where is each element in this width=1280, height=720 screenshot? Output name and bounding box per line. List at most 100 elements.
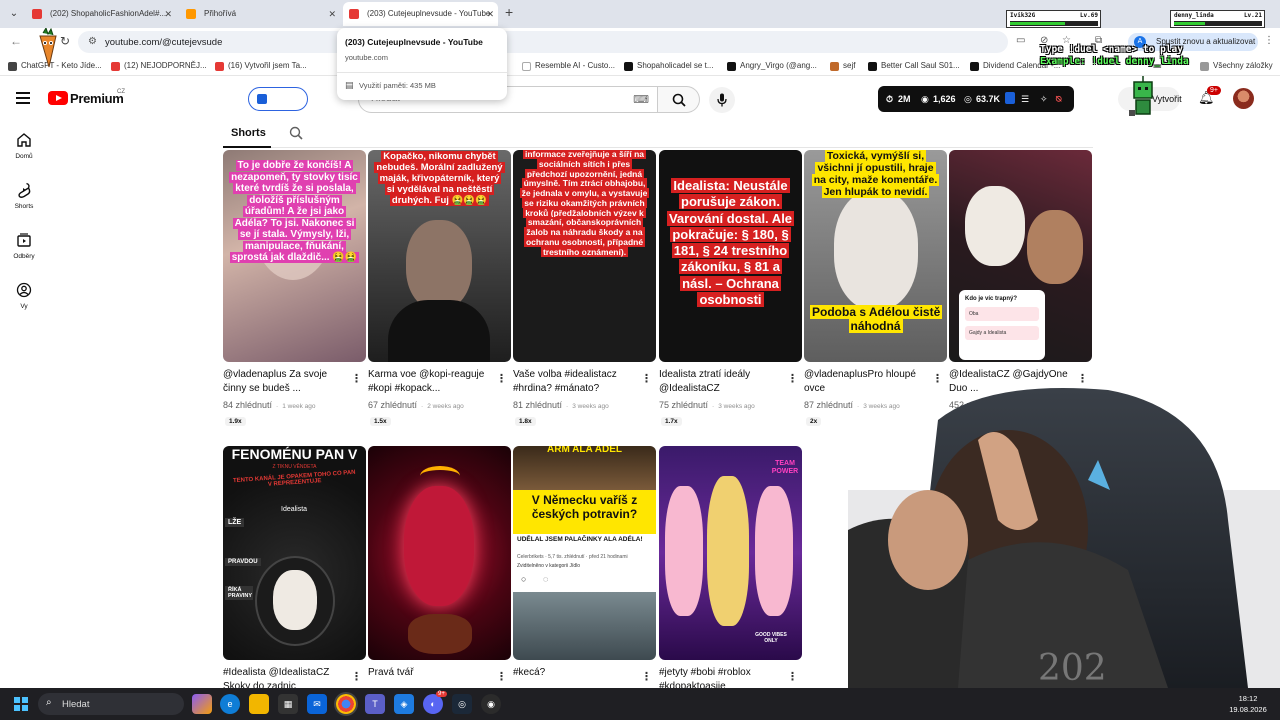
menu-kebab-icon[interactable]: ⋮ [1264, 35, 1274, 46]
account-avatar[interactable] [1233, 88, 1254, 109]
tab-prihoriva[interactable]: Přihořívá ✕ [180, 2, 340, 26]
close-icon[interactable]: ✕ [328, 2, 336, 26]
bookmark-youtube-2[interactable]: (16) Vytvořil jsem Ta... [215, 60, 307, 72]
chatgpt-icon [8, 62, 17, 71]
tab-search-icon[interactable]: ⌄ [6, 6, 22, 22]
taskbar-clock[interactable]: 18:12 19.08.2026 [1220, 693, 1276, 715]
youtube-premium-wordmark[interactable]: Premium [70, 91, 124, 106]
reload-icon[interactable]: ↻ [60, 34, 70, 48]
site-info-icon[interactable]: ⚙ [88, 36, 97, 47]
short-thumbnail[interactable]: To je dobře že končíš! A nezapomeň, ty s… [223, 150, 366, 362]
more-options-icon[interactable]: ⋮ [641, 670, 652, 683]
short-thumbnail[interactable]: Kdo je víc trapný? Oba Gajdy a Idealista [949, 150, 1092, 362]
playback-speed-badge: 1.7x [661, 417, 682, 426]
bookmark-resemble[interactable]: Resemble AI - Custo... [522, 60, 615, 72]
voice-search-button[interactable] [709, 87, 735, 113]
obs-icon[interactable]: ◉ [481, 694, 501, 714]
short-thumbnail[interactable]: informace zveřejňuje a šíří na sociálníc… [513, 150, 656, 362]
search-button[interactable] [658, 86, 700, 113]
shorts-icon [18, 182, 31, 198]
discord-icon[interactable]: ◐ [423, 694, 443, 714]
cast-icon[interactable]: ▭ [1016, 35, 1025, 46]
app-icon[interactable]: ◈ [394, 694, 414, 714]
steam-icon[interactable]: ◎ [452, 694, 472, 714]
more-options-icon[interactable]: ⋮ [351, 372, 362, 385]
short-title[interactable]: @vladenaplus Za svoje činny se budeš ... [223, 368, 347, 396]
short-thumbnail[interactable]: Kopačko, nikomu chybět nebudeš. Morální … [368, 150, 511, 362]
extension-stats-bar[interactable]: ⏱ 2M ◉ 1,626 ◎ 63.7K ☰ ✧ ⍉ [878, 86, 1074, 112]
extension-logo-icon[interactable] [1005, 92, 1015, 104]
youtube-sidebar: Domů Shorts Odběry Vy [0, 122, 48, 688]
tab-shopaholic[interactable]: (202) ShopaholicFashionAdel#... ✕ [26, 2, 176, 26]
short-thumbnail[interactable]: Idealista: Neustále porušuje zákon. Varo… [659, 150, 802, 362]
edge-icon[interactable]: e [220, 694, 240, 714]
duel-hud-player-2: denny_linda Lv.21 [1170, 10, 1265, 28]
extension-icon [257, 94, 267, 104]
short-thumbnail[interactable] [368, 446, 511, 660]
sidebar-label: Domů [15, 153, 33, 160]
copilot-icon[interactable] [192, 694, 212, 714]
short-title[interactable]: Karma voe @kopi-reaguje #kopi #kopack... [368, 368, 492, 396]
thumbnail-character [707, 476, 749, 626]
more-options-icon[interactable]: ⋮ [496, 670, 507, 683]
sidebar-item-subscriptions[interactable]: Odběry [0, 232, 48, 260]
thumbnail-caption: Kopačko, nikomu chybět nebudeš. Morální … [374, 151, 505, 207]
tab-cutejeuplnevsude[interactable]: (203) Cutejeuplnevsude - YouTube ✕ [343, 2, 498, 26]
short-title[interactable]: Idealista ztratí ideály @IdealistaCZ [659, 368, 783, 396]
short-thumbnail[interactable]: ARM ALA ADÉL V Německu vaříš z českých p… [513, 446, 656, 660]
keyboard-icon[interactable]: ⌨ [633, 93, 649, 106]
short-views: 81 zhlédnutí [513, 400, 563, 410]
back-arrow-icon[interactable]: ← [10, 34, 22, 48]
tab-shorts[interactable]: Shorts [231, 127, 266, 139]
more-options-icon[interactable]: ⋮ [496, 372, 507, 385]
more-options-icon[interactable]: ⋮ [787, 372, 798, 385]
hp-bar-fill [1174, 22, 1205, 25]
bookmark-sejf[interactable]: sejf [830, 60, 855, 72]
sliders-icon[interactable]: ☰ [1021, 94, 1029, 105]
short-thumbnail[interactable]: TEAM POWER GOOD VIBES ONLY [659, 446, 802, 660]
streamer-webcam-overlay: 202 [848, 388, 1280, 688]
bookmark-all[interactable]: Všechny záložky [1200, 60, 1273, 72]
youtube-logo-icon[interactable] [48, 91, 68, 105]
like-icon: ○ [521, 574, 527, 584]
more-options-icon[interactable]: ⋮ [641, 372, 652, 385]
chrome-icon[interactable] [336, 694, 356, 714]
url-text[interactable]: youtube.com/@cutejevsude [105, 37, 222, 48]
short-thumbnail[interactable]: FENOMÉNU PAN V Z TIKNU VĚNDETA TENTO KAN… [223, 446, 366, 660]
sidebar-item-you[interactable]: Vy [0, 282, 48, 310]
teams-icon[interactable]: T [365, 694, 385, 714]
short-title[interactable]: Pravá tvář [368, 666, 492, 680]
more-options-icon[interactable]: ⋮ [351, 670, 362, 683]
more-options-icon[interactable]: ⋮ [787, 670, 798, 683]
sidebar-item-home[interactable]: Domů [0, 132, 48, 160]
file-explorer-icon[interactable] [249, 694, 269, 714]
playback-speed-badge: 2x [806, 417, 822, 426]
channel-search-icon[interactable] [289, 126, 303, 140]
bookmark-better-call-saul[interactable]: Better Call Saul S01... [868, 60, 960, 72]
taskbar-search[interactable]: ⌕ Hledat [38, 693, 184, 715]
outlook-icon[interactable]: ✉ [307, 694, 327, 714]
app-icon[interactable]: ▦ [278, 694, 298, 714]
short-title[interactable]: #kecá? [513, 666, 637, 680]
bookmark-angry-virgo[interactable]: Angry_Virgo (@ang... [727, 60, 817, 72]
bookmark-youtube-1[interactable]: (12) NEJODPORNĚJ... [111, 60, 207, 72]
hamburger-menu-icon[interactable] [16, 92, 30, 104]
close-icon[interactable]: ✕ [486, 2, 494, 26]
omnibox[interactable]: ⚙ youtube.com/@cutejevsude [78, 31, 1008, 53]
short-title[interactable]: Vaše volba #idealistacz #hrdina? #mánato… [513, 368, 637, 396]
hud-level: Lv.69 [1079, 12, 1098, 19]
short-thumbnail[interactable]: Toxická, vymýšlí si, všichni jí opustili… [804, 150, 947, 362]
new-tab-button[interactable]: + [505, 4, 513, 20]
playback-speed-badge: 1.8x [515, 417, 536, 426]
bell-off-icon[interactable]: ⍉ [1056, 94, 1061, 105]
active-tab-indicator [223, 146, 271, 148]
wand-icon[interactable]: ✧ [1040, 94, 1048, 105]
thumbnail-headline: ARM ALA ADÉL [547, 446, 622, 455]
windows-start-icon[interactable] [14, 697, 28, 711]
sidebar-item-shorts[interactable]: Shorts [0, 182, 48, 210]
carrot-mascot-icon [39, 28, 57, 68]
extension-pill-button[interactable] [248, 87, 308, 111]
youtube-favicon-icon [349, 9, 359, 19]
bookmark-shopaholicadel[interactable]: Shopaholicadel se t... [624, 60, 714, 72]
close-icon[interactable]: ✕ [164, 2, 172, 26]
